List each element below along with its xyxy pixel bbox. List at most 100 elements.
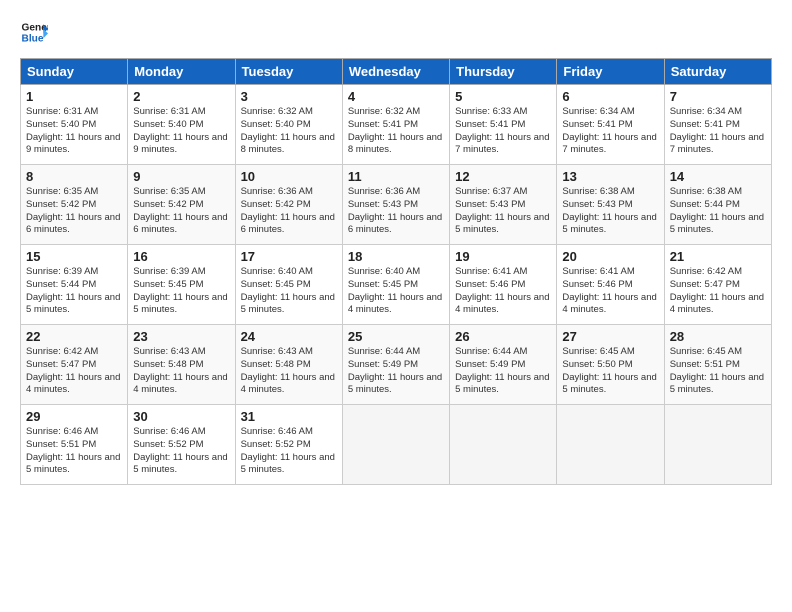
day-cell: 2 Sunrise: 6:31 AMSunset: 5:40 PMDayligh… [128,85,235,165]
day-number: 16 [133,249,229,264]
day-cell: 24 Sunrise: 6:43 AMSunset: 5:48 PMDaylig… [235,325,342,405]
day-number: 29 [26,409,122,424]
cell-details: Sunrise: 6:42 AMSunset: 5:47 PMDaylight:… [26,346,120,395]
empty-cell [342,405,449,485]
cell-details: Sunrise: 6:35 AMSunset: 5:42 PMDaylight:… [133,186,227,235]
cell-details: Sunrise: 6:41 AMSunset: 5:46 PMDaylight:… [455,266,549,315]
calendar-row: 29 Sunrise: 6:46 AMSunset: 5:51 PMDaylig… [21,405,772,485]
day-number: 11 [348,169,444,184]
day-number: 31 [241,409,337,424]
day-number: 17 [241,249,337,264]
day-cell: 7 Sunrise: 6:34 AMSunset: 5:41 PMDayligh… [664,85,771,165]
cell-details: Sunrise: 6:42 AMSunset: 5:47 PMDaylight:… [670,266,764,315]
cell-details: Sunrise: 6:33 AMSunset: 5:41 PMDaylight:… [455,106,549,155]
cell-details: Sunrise: 6:39 AMSunset: 5:44 PMDaylight:… [26,266,120,315]
day-cell: 23 Sunrise: 6:43 AMSunset: 5:48 PMDaylig… [128,325,235,405]
cell-details: Sunrise: 6:38 AMSunset: 5:44 PMDaylight:… [670,186,764,235]
empty-cell [557,405,664,485]
day-cell: 25 Sunrise: 6:44 AMSunset: 5:49 PMDaylig… [342,325,449,405]
day-cell: 22 Sunrise: 6:42 AMSunset: 5:47 PMDaylig… [21,325,128,405]
cell-details: Sunrise: 6:44 AMSunset: 5:49 PMDaylight:… [348,346,442,395]
calendar-row: 15 Sunrise: 6:39 AMSunset: 5:44 PMDaylig… [21,245,772,325]
day-number: 6 [562,89,658,104]
day-number: 9 [133,169,229,184]
day-number: 14 [670,169,766,184]
day-cell: 13 Sunrise: 6:38 AMSunset: 5:43 PMDaylig… [557,165,664,245]
cell-details: Sunrise: 6:37 AMSunset: 5:43 PMDaylight:… [455,186,549,235]
calendar-row: 8 Sunrise: 6:35 AMSunset: 5:42 PMDayligh… [21,165,772,245]
cell-details: Sunrise: 6:31 AMSunset: 5:40 PMDaylight:… [26,106,120,155]
day-number: 4 [348,89,444,104]
cell-details: Sunrise: 6:45 AMSunset: 5:50 PMDaylight:… [562,346,656,395]
day-number: 24 [241,329,337,344]
day-number: 30 [133,409,229,424]
header-thursday: Thursday [450,59,557,85]
header-friday: Friday [557,59,664,85]
cell-details: Sunrise: 6:32 AMSunset: 5:41 PMDaylight:… [348,106,442,155]
day-number: 1 [26,89,122,104]
day-number: 19 [455,249,551,264]
cell-details: Sunrise: 6:43 AMSunset: 5:48 PMDaylight:… [241,346,335,395]
day-cell: 12 Sunrise: 6:37 AMSunset: 5:43 PMDaylig… [450,165,557,245]
day-cell: 3 Sunrise: 6:32 AMSunset: 5:40 PMDayligh… [235,85,342,165]
day-cell: 6 Sunrise: 6:34 AMSunset: 5:41 PMDayligh… [557,85,664,165]
day-cell: 1 Sunrise: 6:31 AMSunset: 5:40 PMDayligh… [21,85,128,165]
page: General Blue Sunday Monday Tuesday Wedne… [0,0,792,612]
day-number: 8 [26,169,122,184]
cell-details: Sunrise: 6:46 AMSunset: 5:52 PMDaylight:… [133,426,227,475]
day-cell: 8 Sunrise: 6:35 AMSunset: 5:42 PMDayligh… [21,165,128,245]
day-number: 7 [670,89,766,104]
cell-details: Sunrise: 6:46 AMSunset: 5:52 PMDaylight:… [241,426,335,475]
empty-cell [450,405,557,485]
day-number: 20 [562,249,658,264]
day-number: 27 [562,329,658,344]
calendar-row: 22 Sunrise: 6:42 AMSunset: 5:47 PMDaylig… [21,325,772,405]
day-number: 28 [670,329,766,344]
cell-details: Sunrise: 6:36 AMSunset: 5:42 PMDaylight:… [241,186,335,235]
day-cell: 15 Sunrise: 6:39 AMSunset: 5:44 PMDaylig… [21,245,128,325]
cell-details: Sunrise: 6:44 AMSunset: 5:49 PMDaylight:… [455,346,549,395]
cell-details: Sunrise: 6:40 AMSunset: 5:45 PMDaylight:… [348,266,442,315]
cell-details: Sunrise: 6:38 AMSunset: 5:43 PMDaylight:… [562,186,656,235]
day-cell: 9 Sunrise: 6:35 AMSunset: 5:42 PMDayligh… [128,165,235,245]
day-cell: 4 Sunrise: 6:32 AMSunset: 5:41 PMDayligh… [342,85,449,165]
day-cell: 28 Sunrise: 6:45 AMSunset: 5:51 PMDaylig… [664,325,771,405]
cell-details: Sunrise: 6:34 AMSunset: 5:41 PMDaylight:… [670,106,764,155]
day-cell: 18 Sunrise: 6:40 AMSunset: 5:45 PMDaylig… [342,245,449,325]
day-cell: 17 Sunrise: 6:40 AMSunset: 5:45 PMDaylig… [235,245,342,325]
day-number: 3 [241,89,337,104]
day-number: 25 [348,329,444,344]
cell-details: Sunrise: 6:46 AMSunset: 5:51 PMDaylight:… [26,426,120,475]
day-cell: 16 Sunrise: 6:39 AMSunset: 5:45 PMDaylig… [128,245,235,325]
cell-details: Sunrise: 6:45 AMSunset: 5:51 PMDaylight:… [670,346,764,395]
logo: General Blue [20,18,52,46]
header-monday: Monday [128,59,235,85]
header-saturday: Saturday [664,59,771,85]
day-number: 12 [455,169,551,184]
calendar: Sunday Monday Tuesday Wednesday Thursday… [20,58,772,485]
day-number: 26 [455,329,551,344]
day-cell: 5 Sunrise: 6:33 AMSunset: 5:41 PMDayligh… [450,85,557,165]
cell-details: Sunrise: 6:34 AMSunset: 5:41 PMDaylight:… [562,106,656,155]
day-number: 18 [348,249,444,264]
cell-details: Sunrise: 6:31 AMSunset: 5:40 PMDaylight:… [133,106,227,155]
day-number: 5 [455,89,551,104]
header-wednesday: Wednesday [342,59,449,85]
day-cell: 30 Sunrise: 6:46 AMSunset: 5:52 PMDaylig… [128,405,235,485]
logo-icon: General Blue [20,18,48,46]
header: General Blue [20,18,772,46]
day-cell: 31 Sunrise: 6:46 AMSunset: 5:52 PMDaylig… [235,405,342,485]
day-number: 13 [562,169,658,184]
day-cell: 27 Sunrise: 6:45 AMSunset: 5:50 PMDaylig… [557,325,664,405]
cell-details: Sunrise: 6:41 AMSunset: 5:46 PMDaylight:… [562,266,656,315]
cell-details: Sunrise: 6:43 AMSunset: 5:48 PMDaylight:… [133,346,227,395]
cell-details: Sunrise: 6:36 AMSunset: 5:43 PMDaylight:… [348,186,442,235]
day-number: 21 [670,249,766,264]
cell-details: Sunrise: 6:32 AMSunset: 5:40 PMDaylight:… [241,106,335,155]
cell-details: Sunrise: 6:39 AMSunset: 5:45 PMDaylight:… [133,266,227,315]
day-cell: 14 Sunrise: 6:38 AMSunset: 5:44 PMDaylig… [664,165,771,245]
cell-details: Sunrise: 6:40 AMSunset: 5:45 PMDaylight:… [241,266,335,315]
day-cell: 29 Sunrise: 6:46 AMSunset: 5:51 PMDaylig… [21,405,128,485]
svg-text:Blue: Blue [22,33,44,44]
weekday-header-row: Sunday Monday Tuesday Wednesday Thursday… [21,59,772,85]
